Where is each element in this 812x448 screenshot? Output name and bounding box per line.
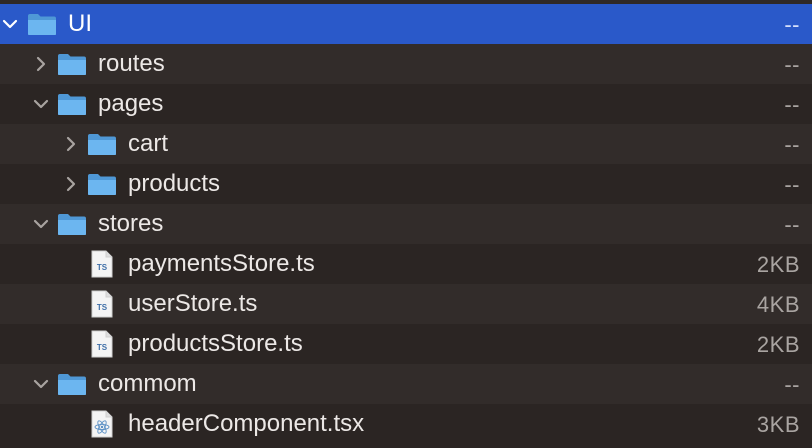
file-badge: TS [97,343,108,352]
chevron-down-icon[interactable] [2,16,18,32]
row-name: routes [98,50,165,77]
row-size: 4KB [756,292,800,317]
row-name: cart [128,130,169,157]
row-name: headerComponent.tsx [128,410,365,437]
typescript-file-icon: TS [91,330,113,358]
tree-row-paymentsstore[interactable]: TS paymentsStore.ts 2KB [0,244,812,284]
row-size: -- [784,132,800,157]
file-badge: TS [97,263,108,272]
row-name: productsStore.ts [128,330,303,357]
row-name: commom [98,370,197,397]
row-name: paymentsStore.ts [128,250,315,277]
folder-icon [87,173,117,196]
row-size: 3KB [756,412,800,437]
row-size: -- [784,52,800,77]
row-size: 2KB [756,252,800,277]
tree-row-cart[interactable]: cart -- [0,124,812,164]
row-name: stores [98,210,164,237]
react-file-icon [91,410,113,438]
row-size: -- [784,212,800,237]
folder-icon [57,373,87,396]
tree-row-headercomponent[interactable]: headerComponent.tsx 3KB [0,404,812,444]
row-size: -- [784,12,800,37]
tree-row-commom[interactable]: commom -- [0,364,812,404]
row-size: 2KB [756,332,800,357]
chevron-right-icon[interactable] [33,56,49,72]
chevron-down-icon[interactable] [33,216,49,232]
chevron-right-icon[interactable] [63,176,79,192]
chevron-right-icon[interactable] [63,136,79,152]
tree-row-pages[interactable]: pages -- [0,84,812,124]
file-badge: TS [97,303,108,312]
row-name: UI [68,10,92,37]
typescript-file-icon: TS [91,250,113,278]
typescript-file-icon: TS [91,290,113,318]
tree-row-ui[interactable]: UI -- [0,4,812,44]
folder-icon [57,53,87,76]
row-name: userStore.ts [128,290,258,317]
folder-icon [57,93,87,116]
chevron-down-icon[interactable] [33,96,49,112]
tree-row-products[interactable]: products -- [0,164,812,204]
row-size: -- [784,172,800,197]
tree-row-routes[interactable]: routes -- [0,44,812,84]
folder-icon [87,133,117,156]
tree-row-stores[interactable]: stores -- [0,204,812,244]
folder-icon [27,13,57,36]
chevron-down-icon[interactable] [33,376,49,392]
file-tree: UI -- routes -- pages -- cart -- product… [0,0,812,448]
row-size: -- [784,92,800,117]
tree-row-userstore[interactable]: TS userStore.ts 4KB [0,284,812,324]
row-size: -- [784,372,800,397]
tree-row-productsstore[interactable]: TS productsStore.ts 2KB [0,324,812,364]
folder-icon [57,213,87,236]
row-name: products [128,170,221,197]
row-name: pages [98,90,164,117]
